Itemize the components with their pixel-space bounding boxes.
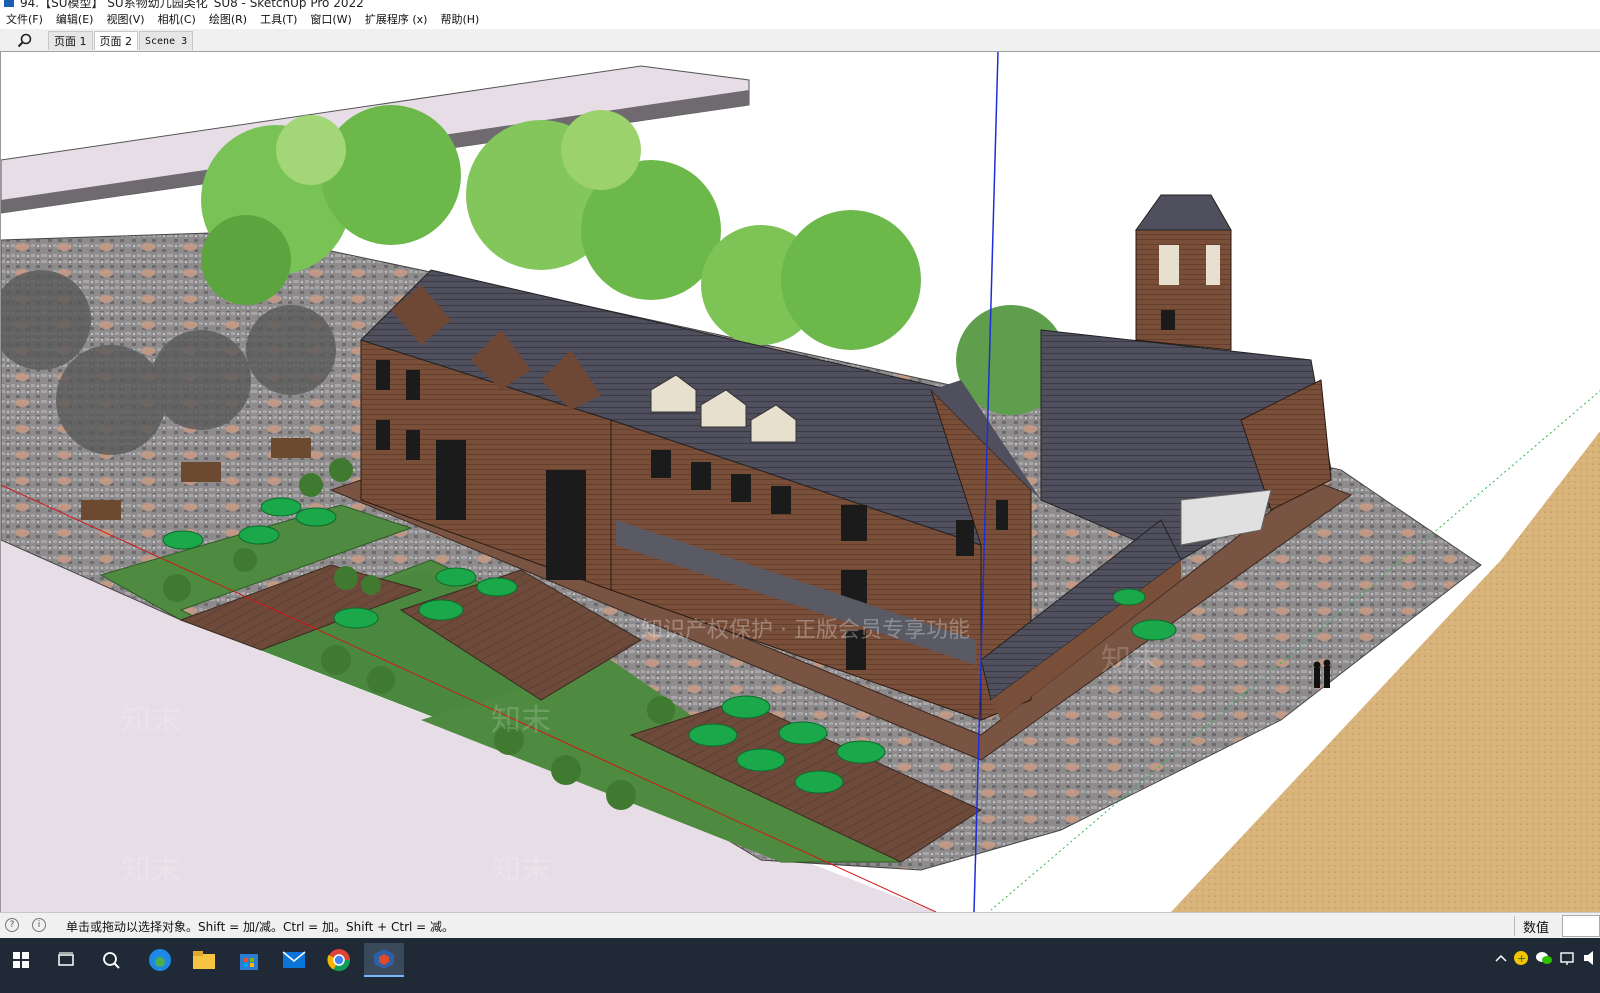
edge-icon[interactable]: [140, 943, 180, 977]
file-explorer-icon[interactable]: [184, 943, 224, 977]
system-tray: +: [1492, 946, 1600, 972]
windows-taskbar: +: [0, 938, 1600, 993]
menu-extensions[interactable]: 扩展程序 (x): [365, 11, 428, 27]
scene-tabs: 页面 1 页面 2 Scene 3: [48, 31, 194, 50]
tab-scene-3[interactable]: Scene 3: [139, 31, 194, 50]
chevron-up-icon[interactable]: [1495, 952, 1507, 966]
model-viewport[interactable]: 知末 知末 知末 知末 知末 知识产权保护 · 正版会员专享功能: [0, 52, 1600, 912]
geo-location-icon[interactable]: ?: [5, 918, 19, 932]
tab-page-1[interactable]: 页面 1: [48, 31, 93, 50]
title-bar: 94.【SU模型】 SU系物幼儿园类化_SU8 - SketchUp Pro 2…: [0, 0, 1600, 9]
status-hint: 单击或拖动以选择对象。Shift = 加/减。Ctrl = 加。Shift + …: [66, 920, 455, 934]
task-view-icon[interactable]: [46, 943, 86, 977]
menu-window[interactable]: 窗口(W): [310, 11, 351, 27]
menu-bar: 文件(F) 编辑(E) 视图(V) 相机(C) 绘图(R) 工具(T) 窗口(W…: [0, 9, 1600, 29]
menu-view[interactable]: 视图(V): [106, 11, 144, 27]
model-render: 知末 知末 知末 知末 知末 知识产权保护 · 正版会员专享功能: [1, 52, 1600, 912]
chrome-icon[interactable]: [319, 943, 359, 977]
mail-icon[interactable]: [274, 943, 314, 977]
menu-draw[interactable]: 绘图(R): [209, 11, 247, 27]
speaker-icon[interactable]: [1583, 950, 1597, 969]
window-title: 94.【SU模型】 SU系物幼儿园类化_SU8 - SketchUp Pro 2…: [20, 0, 364, 9]
menu-tools[interactable]: 工具(T): [260, 11, 297, 27]
windows-start-icon[interactable]: [1, 943, 41, 977]
sketchup-window: 94.【SU模型】 SU系物幼儿园类化_SU8 - SketchUp Pro 2…: [0, 0, 1600, 993]
svg-text:+: +: [1517, 952, 1526, 965]
store-icon[interactable]: [229, 943, 269, 977]
search-icon[interactable]: [91, 943, 131, 977]
svg-text:知末: 知末: [1101, 643, 1161, 678]
app-icon: [4, 0, 14, 7]
tab-page-2[interactable]: 页面 2: [93, 31, 138, 50]
measurements-input[interactable]: [1562, 915, 1600, 937]
info-icon[interactable]: i: [32, 918, 46, 932]
menu-edit[interactable]: 编辑(E): [56, 11, 94, 27]
watermark-banner: 知识产权保护 · 正版会员专享功能: [641, 618, 970, 643]
svg-text:知末: 知末: [491, 703, 551, 738]
svg-text:知末: 知末: [121, 703, 181, 738]
measurements-label: 数值: [1523, 921, 1550, 936]
svg-text:知末: 知末: [121, 853, 181, 888]
status-divider: [1514, 916, 1515, 936]
menu-file[interactable]: 文件(F): [6, 11, 43, 27]
status-bar: ? i 单击或拖动以选择对象。Shift = 加/减。Ctrl = 加。Shif…: [0, 912, 1600, 938]
svg-text:知末: 知末: [491, 853, 551, 888]
search-icon[interactable]: [16, 32, 34, 50]
menu-help[interactable]: 帮助(H): [440, 11, 479, 27]
scene-tab-bar: 页面 1 页面 2 Scene 3: [0, 29, 1600, 52]
wechat-icon[interactable]: [1535, 950, 1553, 969]
tray-app-icon[interactable]: +: [1513, 950, 1529, 969]
menu-camera[interactable]: 相机(C): [158, 11, 196, 27]
sketchup-icon[interactable]: [364, 943, 404, 977]
network-icon[interactable]: [1559, 950, 1577, 969]
